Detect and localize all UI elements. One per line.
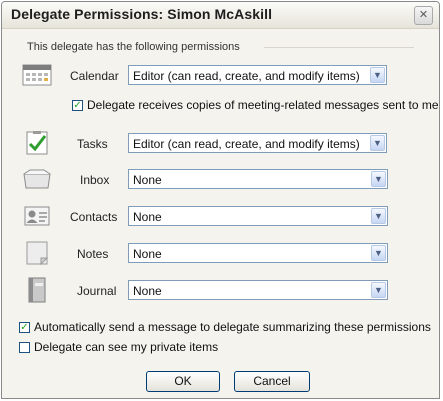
permission-label: Notes	[77, 247, 109, 261]
journal-icon	[28, 277, 46, 303]
permission-row-journal: Journal None ▼	[2, 277, 439, 303]
cancel-button[interactable]: Cancel	[234, 371, 310, 392]
intro-text: This delegate has the following permissi…	[27, 41, 240, 53]
permission-row-tasks: Tasks Editor (can read, create, and modi…	[2, 130, 439, 156]
permission-row-calendar: Calendar Editor (can read, create, and m…	[2, 62, 439, 88]
ok-button[interactable]: OK	[146, 371, 220, 392]
calendar-permission-select[interactable]: Editor (can read, create, and modify ite…	[128, 65, 387, 85]
permission-label: Calendar	[70, 69, 119, 83]
chevron-down-icon[interactable]: ▼	[371, 208, 386, 224]
meeting-copies-label[interactable]: Delegate receives copies of meeting-rela…	[87, 98, 439, 112]
contacts-permission-select[interactable]: None ▼	[128, 206, 388, 226]
select-value: Editor (can read, create, and modify ite…	[133, 69, 360, 83]
contacts-icon	[24, 206, 50, 226]
title-bar[interactable]: Delegate Permissions: Simon McAskill ✕	[2, 2, 439, 29]
permission-label: Contacts	[70, 210, 118, 224]
notes-permission-select[interactable]: None ▼	[128, 243, 388, 263]
auto-send-summary-checkbox[interactable]: ✓	[19, 322, 30, 333]
close-icon[interactable]: ✕	[414, 6, 433, 25]
chevron-down-icon[interactable]: ▼	[371, 171, 386, 187]
tasks-permission-select[interactable]: Editor (can read, create, and modify ite…	[128, 133, 387, 153]
intro-separator	[264, 47, 414, 48]
private-items-label[interactable]: Delegate can see my private items	[34, 340, 218, 354]
chevron-down-icon[interactable]: ▼	[370, 135, 385, 151]
permission-row-notes: Notes None ▼	[2, 240, 439, 266]
delegate-permissions-dialog: Delegate Permissions: Simon McAskill ✕ T…	[1, 1, 440, 399]
journal-permission-select[interactable]: None ▼	[128, 280, 388, 300]
inbox-icon	[23, 169, 51, 189]
calendar-icon	[22, 64, 52, 86]
tasks-icon	[26, 131, 48, 155]
select-value: None	[133, 173, 162, 187]
select-value: Editor (can read, create, and modify ite…	[133, 137, 360, 151]
dialog-title: Delegate Permissions: Simon McAskill	[11, 6, 273, 22]
permission-row-contacts: Contacts None ▼	[2, 203, 439, 229]
select-value: None	[133, 210, 162, 224]
chevron-down-icon[interactable]: ▼	[371, 245, 386, 261]
notes-icon	[26, 241, 49, 266]
select-value: None	[133, 247, 162, 261]
permission-label: Tasks	[77, 137, 108, 151]
permission-label: Inbox	[80, 173, 110, 187]
chevron-down-icon[interactable]: ▼	[370, 67, 385, 83]
select-value: None	[133, 284, 162, 298]
permission-row-inbox: Inbox None ▼	[2, 166, 439, 192]
private-items-checkbox[interactable]	[19, 342, 30, 353]
meeting-copies-checkbox[interactable]: ✓	[72, 100, 83, 111]
chevron-down-icon[interactable]: ▼	[371, 282, 386, 298]
permission-label: Journal	[77, 284, 117, 298]
inbox-permission-select[interactable]: None ▼	[128, 169, 388, 189]
auto-send-summary-label[interactable]: Automatically send a message to delegate…	[34, 320, 431, 334]
